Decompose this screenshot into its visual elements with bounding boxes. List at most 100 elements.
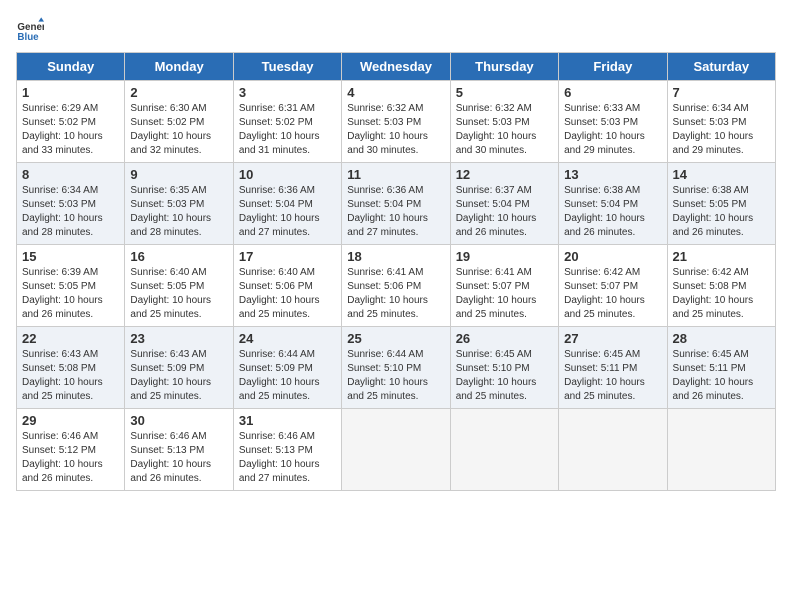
calendar-cell: 18 Sunrise: 6:41 AM Sunset: 5:06 PM Dayli… [342,245,450,327]
day-info: Sunrise: 6:45 AM Sunset: 5:10 PM Dayligh… [456,348,553,404]
day-number: 26 [456,331,553,346]
header-row: SundayMondayTuesdayWednesdayThursdayFrid… [17,53,776,81]
day-info: Sunrise: 6:43 AM Sunset: 5:08 PM Dayligh… [22,348,119,404]
calendar-table: SundayMondayTuesdayWednesdayThursdayFrid… [16,52,776,491]
day-number: 8 [22,167,119,182]
svg-text:Blue: Blue [17,32,39,43]
calendar-cell: 20 Sunrise: 6:42 AM Sunset: 5:07 PM Dayli… [559,245,667,327]
day-number: 28 [673,331,770,346]
calendar-cell: 10 Sunrise: 6:36 AM Sunset: 5:04 PM Dayli… [233,163,341,245]
day-number: 10 [239,167,336,182]
calendar-cell: 30Sunrise: 6:46 AM Sunset: 5:13 PM Dayli… [125,409,233,491]
day-header-tuesday: Tuesday [233,53,341,81]
day-header-sunday: Sunday [17,53,125,81]
day-number: 25 [347,331,444,346]
calendar-cell: 26 Sunrise: 6:45 AM Sunset: 5:10 PM Dayli… [450,327,558,409]
calendar-cell: 21Sunrise: 6:42 AM Sunset: 5:08 PM Dayli… [667,245,775,327]
calendar-cell: 4 Sunrise: 6:32 AM Sunset: 5:03 PM Daylig… [342,81,450,163]
day-number: 1 [22,85,119,100]
day-info: Sunrise: 6:38 AM Sunset: 5:04 PM Dayligh… [564,184,661,240]
day-number: 18 [347,249,444,264]
calendar-cell: 5 Sunrise: 6:32 AM Sunset: 5:03 PM Daylig… [450,81,558,163]
calendar-cell [450,409,558,491]
day-number: 3 [239,85,336,100]
day-info: Sunrise: 6:40 AM Sunset: 5:06 PM Dayligh… [239,266,336,322]
day-number: 7 [673,85,770,100]
day-number: 21 [673,249,770,264]
day-info: Sunrise: 6:40 AM Sunset: 5:05 PM Dayligh… [130,266,227,322]
day-info: Sunrise: 6:36 AM Sunset: 5:04 PM Dayligh… [347,184,444,240]
day-info: Sunrise: 6:42 AM Sunset: 5:07 PM Dayligh… [564,266,661,322]
calendar-cell: 7 Sunrise: 6:34 AM Sunset: 5:03 PM Daylig… [667,81,775,163]
calendar-cell: 31Sunrise: 6:46 AM Sunset: 5:13 PM Dayli… [233,409,341,491]
day-number: 16 [130,249,227,264]
day-number: 23 [130,331,227,346]
calendar-cell: 16 Sunrise: 6:40 AM Sunset: 5:05 PM Dayli… [125,245,233,327]
day-number: 20 [564,249,661,264]
calendar-cell: 17 Sunrise: 6:40 AM Sunset: 5:06 PM Dayli… [233,245,341,327]
day-info: Sunrise: 6:46 AM Sunset: 5:12 PM Dayligh… [22,430,119,486]
calendar-cell: 13 Sunrise: 6:38 AM Sunset: 5:04 PM Dayli… [559,163,667,245]
day-number: 2 [130,85,227,100]
calendar-cell: 9 Sunrise: 6:35 AM Sunset: 5:03 PM Daylig… [125,163,233,245]
calendar-cell: 8Sunrise: 6:34 AM Sunset: 5:03 PM Daylig… [17,163,125,245]
calendar-cell: 22 Sunrise: 6:43 AM Sunset: 5:08 PM Dayli… [17,327,125,409]
logo: General Blue [16,16,48,44]
calendar-cell: 29 Sunrise: 6:46 AM Sunset: 5:12 PM Dayli… [17,409,125,491]
calendar-cell: 3Sunrise: 6:31 AM Sunset: 5:02 PM Daylig… [233,81,341,163]
calendar-cell: 15Sunrise: 6:39 AM Sunset: 5:05 PM Dayli… [17,245,125,327]
day-info: Sunrise: 6:32 AM Sunset: 5:03 PM Dayligh… [347,102,444,158]
calendar-cell: 14 Sunrise: 6:38 AM Sunset: 5:05 PM Dayli… [667,163,775,245]
calendar-cell: 25 Sunrise: 6:44 AM Sunset: 5:10 PM Dayli… [342,327,450,409]
day-number: 31 [239,413,336,428]
day-number: 5 [456,85,553,100]
day-number: 27 [564,331,661,346]
week-row-3: 15Sunrise: 6:39 AM Sunset: 5:05 PM Dayli… [17,245,776,327]
day-info: Sunrise: 6:38 AM Sunset: 5:05 PM Dayligh… [673,184,770,240]
day-number: 29 [22,413,119,428]
page-header: General Blue [16,16,776,44]
calendar-cell: 23 Sunrise: 6:43 AM Sunset: 5:09 PM Dayli… [125,327,233,409]
day-number: 19 [456,249,553,264]
day-number: 6 [564,85,661,100]
week-row-5: 29 Sunrise: 6:46 AM Sunset: 5:12 PM Dayli… [17,409,776,491]
week-row-2: 8Sunrise: 6:34 AM Sunset: 5:03 PM Daylig… [17,163,776,245]
day-header-wednesday: Wednesday [342,53,450,81]
day-info: Sunrise: 6:45 AM Sunset: 5:11 PM Dayligh… [673,348,770,404]
day-info: Sunrise: 6:41 AM Sunset: 5:06 PM Dayligh… [347,266,444,322]
week-row-1: 1 Sunrise: 6:29 AM Sunset: 5:02 PM Daylig… [17,81,776,163]
calendar-cell: 6 Sunrise: 6:33 AM Sunset: 5:03 PM Daylig… [559,81,667,163]
day-info: Sunrise: 6:34 AM Sunset: 5:03 PM Dayligh… [673,102,770,158]
day-info: Sunrise: 6:44 AM Sunset: 5:10 PM Dayligh… [347,348,444,404]
calendar-cell: 1 Sunrise: 6:29 AM Sunset: 5:02 PM Daylig… [17,81,125,163]
calendar-cell: 2Sunrise: 6:30 AM Sunset: 5:02 PM Daylig… [125,81,233,163]
day-header-friday: Friday [559,53,667,81]
day-number: 9 [130,167,227,182]
day-number: 12 [456,167,553,182]
day-info: Sunrise: 6:43 AM Sunset: 5:09 PM Dayligh… [130,348,227,404]
day-info: Sunrise: 6:36 AM Sunset: 5:04 PM Dayligh… [239,184,336,240]
calendar-cell: 12 Sunrise: 6:37 AM Sunset: 5:04 PM Dayli… [450,163,558,245]
day-info: Sunrise: 6:37 AM Sunset: 5:04 PM Dayligh… [456,184,553,240]
day-info: Sunrise: 6:35 AM Sunset: 5:03 PM Dayligh… [130,184,227,240]
calendar-cell: 27Sunrise: 6:45 AM Sunset: 5:11 PM Dayli… [559,327,667,409]
calendar-cell: 24Sunrise: 6:44 AM Sunset: 5:09 PM Dayli… [233,327,341,409]
day-info: Sunrise: 6:41 AM Sunset: 5:07 PM Dayligh… [456,266,553,322]
day-number: 4 [347,85,444,100]
day-info: Sunrise: 6:32 AM Sunset: 5:03 PM Dayligh… [456,102,553,158]
day-number: 13 [564,167,661,182]
day-number: 15 [22,249,119,264]
calendar-cell [342,409,450,491]
calendar-cell [559,409,667,491]
day-number: 17 [239,249,336,264]
calendar-cell: 11Sunrise: 6:36 AM Sunset: 5:04 PM Dayli… [342,163,450,245]
day-header-thursday: Thursday [450,53,558,81]
week-row-4: 22 Sunrise: 6:43 AM Sunset: 5:08 PM Dayli… [17,327,776,409]
day-info: Sunrise: 6:44 AM Sunset: 5:09 PM Dayligh… [239,348,336,404]
day-number: 30 [130,413,227,428]
day-number: 14 [673,167,770,182]
day-header-monday: Monday [125,53,233,81]
day-info: Sunrise: 6:29 AM Sunset: 5:02 PM Dayligh… [22,102,119,158]
day-info: Sunrise: 6:33 AM Sunset: 5:03 PM Dayligh… [564,102,661,158]
day-number: 22 [22,331,119,346]
